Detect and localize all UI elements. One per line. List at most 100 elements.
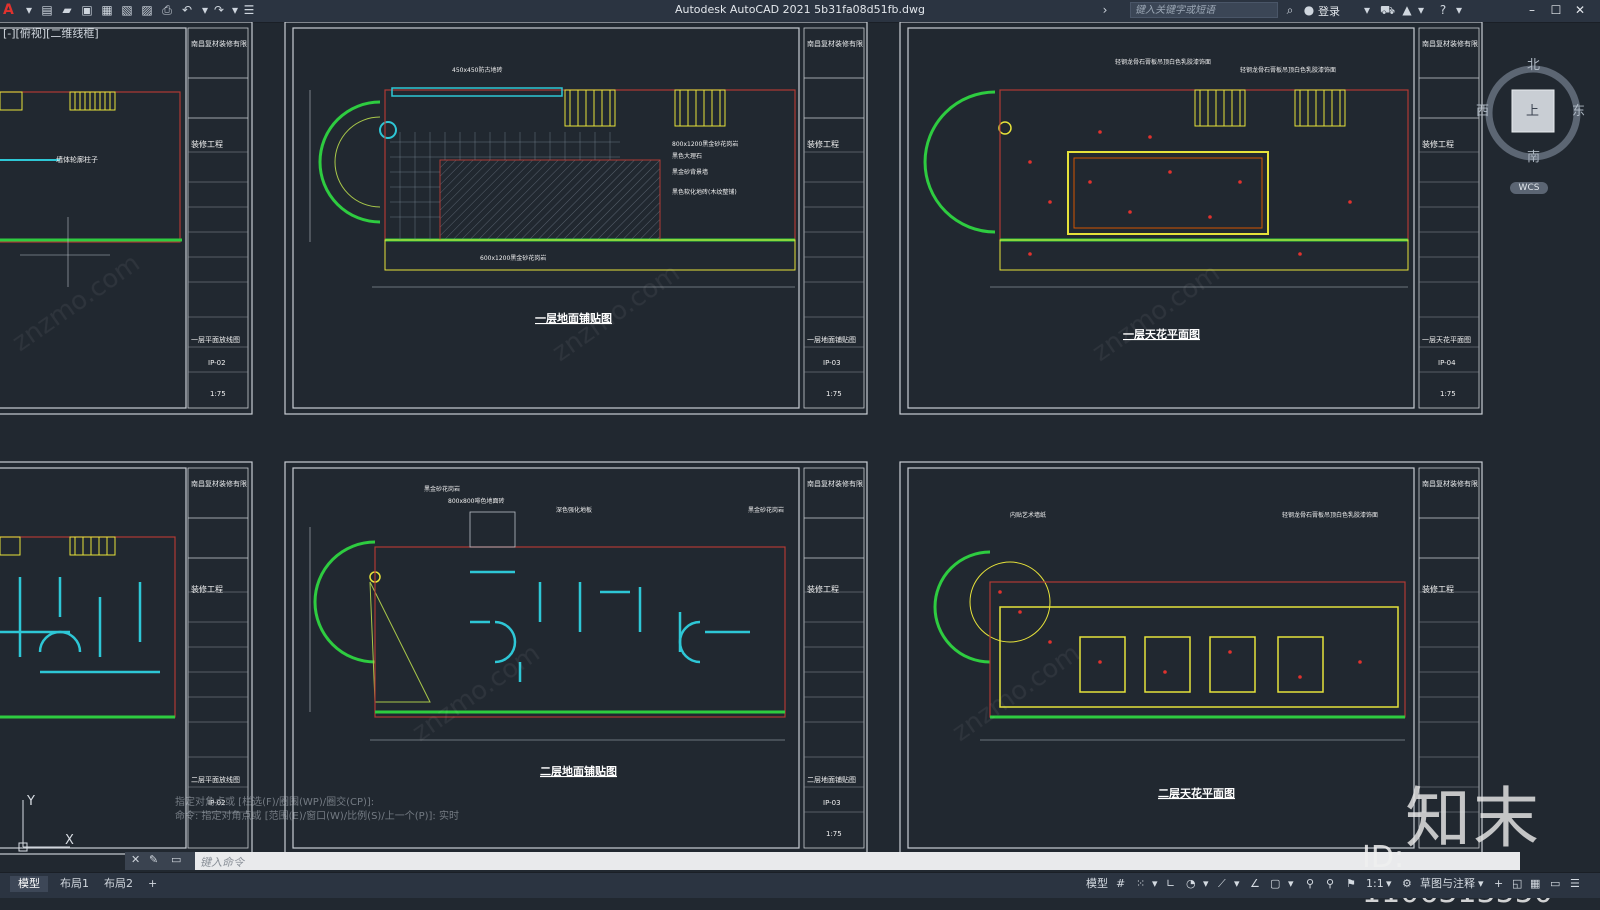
- grid-icon[interactable]: #: [1116, 876, 1125, 892]
- print-icon[interactable]: ⎙: [160, 3, 174, 17]
- snap-icon[interactable]: ⁙: [1136, 876, 1145, 892]
- customize-icon[interactable]: ☰: [1570, 876, 1580, 892]
- save-icon[interactable]: ▣: [80, 3, 94, 17]
- annotation: 轻钢龙骨石膏板吊顶白色乳胶漆饰面: [1240, 66, 1336, 74]
- company-text: 南昌复材装修有限: [807, 39, 863, 48]
- command-history: 指定对角点或 [栏选(F)/圈围(WP)/圈交(CP)]: 命令: 指定对角点或…: [175, 796, 459, 824]
- close-button[interactable]: ✕: [1570, 1, 1590, 19]
- annotation: 800x1200黑金砂花岗岩: [672, 140, 738, 148]
- login-link[interactable]: 登录: [1318, 3, 1340, 19]
- model-space-button[interactable]: 模型: [1086, 876, 1108, 892]
- chevron-down-icon[interactable]: ▾: [1386, 876, 1392, 892]
- status-bar: [0, 872, 1600, 898]
- workspace-switch[interactable]: 草图与注释: [1420, 876, 1475, 892]
- scale-text: 1:75: [210, 390, 226, 398]
- company-text: 南昌复材装修有限: [191, 39, 247, 48]
- user-icon[interactable]: ●: [1302, 3, 1316, 17]
- top-face-label[interactable]: 上: [1526, 100, 1539, 119]
- tab-layout1[interactable]: 布局1: [52, 876, 97, 892]
- import-icon[interactable]: ▧: [120, 3, 134, 17]
- project-text: 装修工程: [191, 584, 223, 594]
- plus-icon[interactable]: +: [1494, 876, 1503, 892]
- annotation-visibility-icon[interactable]: ⚲: [1306, 876, 1314, 892]
- plan-sheet-1: 墙体轮廓柱子: [0, 91, 182, 287]
- cart-icon[interactable]: ⛟: [1380, 3, 1395, 17]
- new-file-icon[interactable]: ▤: [40, 3, 54, 17]
- company-text: 南昌复材装修有限: [1422, 479, 1478, 488]
- polar-icon[interactable]: ◔: [1186, 876, 1196, 892]
- sheet-label: 二层地面铺贴图: [807, 775, 856, 784]
- search-icon[interactable]: ⌕: [1283, 3, 1297, 17]
- annotation-scale-value[interactable]: 1:1: [1366, 876, 1384, 892]
- annotation: 深色强化地板: [556, 506, 592, 514]
- object-snap-tracking-icon[interactable]: ∠: [1250, 876, 1260, 892]
- west-label[interactable]: 西: [1476, 100, 1489, 119]
- chevron-down-icon[interactable]: ▾: [1203, 876, 1209, 892]
- auto-scale-icon[interactable]: ⚲: [1326, 876, 1334, 892]
- autodesk-a360-icon[interactable]: ▲: [1400, 3, 1414, 17]
- chevron-down-icon[interactable]: ▾: [1452, 3, 1466, 17]
- svg-text:Y: Y: [26, 795, 35, 809]
- ortho-icon[interactable]: ∟: [1166, 876, 1175, 892]
- tab-model[interactable]: 模型: [10, 876, 48, 892]
- isodraft-icon[interactable]: ⟋: [1218, 876, 1226, 892]
- south-label[interactable]: 南: [1527, 146, 1540, 165]
- north-label[interactable]: 北: [1527, 54, 1540, 73]
- annotation: 黑金砂背景墙: [672, 168, 708, 176]
- sheet-label: 二层平面放线图: [191, 775, 240, 784]
- add-layout-button[interactable]: +: [140, 876, 165, 892]
- undo-icon[interactable]: ↶: [180, 3, 194, 17]
- tab-layout2[interactable]: 布局2: [96, 876, 141, 892]
- annotation: 黑金砂花岗岩: [424, 485, 460, 493]
- chevron-down-icon[interactable]: ▾: [1234, 876, 1240, 892]
- chevron-down-icon[interactable]: ▾: [1360, 3, 1374, 17]
- help-icon[interactable]: ?: [1436, 3, 1450, 17]
- drawing-title: 二层地面铺贴图: [540, 764, 617, 778]
- save-as-icon[interactable]: ▦: [100, 3, 114, 17]
- chevron-down-icon[interactable]: ▾: [1288, 876, 1294, 892]
- scale-text: 1:75: [1440, 390, 1456, 398]
- viewport-label[interactable]: [-][俯视][二维线框]: [3, 25, 99, 41]
- plan-sheet-4: [0, 536, 176, 719]
- annotation: 轻钢龙骨石膏板吊顶白色乳胶漆饰面: [1115, 58, 1211, 66]
- autocad-logo-icon[interactable]: A: [3, 2, 19, 18]
- redo-icon[interactable]: ↷: [212, 3, 226, 17]
- export-icon[interactable]: ▨: [140, 3, 154, 17]
- annotation: 600x1200黑金砂花岗岩: [480, 254, 546, 262]
- wcs-menu[interactable]: WCS: [1510, 182, 1548, 194]
- annotation-scale-icon[interactable]: ⚑: [1346, 876, 1356, 892]
- redo-dropdown-icon[interactable]: ▾: [228, 3, 242, 17]
- chevron-down-icon[interactable]: ▾: [1152, 876, 1158, 892]
- drawing-canvas[interactable]: 南昌复材装修有限 南昌复材装修有限 南昌复材装修有限 南昌复材装修有限 南昌复材…: [0, 22, 1600, 872]
- annotation: 黑金砂花岗岩: [748, 506, 784, 514]
- sheet-label: 一层天花平面图: [1422, 335, 1471, 344]
- open-folder-icon[interactable]: ▰: [60, 3, 74, 17]
- maximize-button[interactable]: ☐: [1546, 1, 1566, 19]
- command-tools: ✕ ✎ ▭: [125, 852, 195, 870]
- minimize-button[interactable]: –: [1522, 1, 1542, 19]
- chevron-right-icon[interactable]: ›: [1098, 3, 1112, 17]
- command-input[interactable]: 键入命令: [200, 854, 244, 870]
- close-icon[interactable]: ✕: [131, 853, 140, 866]
- annotation: 墙体轮廓柱子: [56, 155, 98, 164]
- object-snap-icon[interactable]: ▢: [1270, 876, 1280, 892]
- scale-text: 1:75: [826, 390, 842, 398]
- undo-dropdown-icon[interactable]: ▾: [198, 3, 212, 17]
- clean-screen-icon[interactable]: ▭: [1550, 876, 1560, 892]
- chevron-down-icon[interactable]: ▾: [22, 3, 36, 17]
- east-label[interactable]: 东: [1572, 100, 1585, 119]
- annotation: 黑色软化地砖(木纹整铺): [672, 188, 737, 196]
- search-input[interactable]: 键入关键字或短语: [1130, 2, 1278, 18]
- viewcube[interactable]: 北 南 东 西 上: [1476, 58, 1586, 166]
- wrench-icon[interactable]: ✎: [149, 853, 158, 866]
- command-prompt-icon[interactable]: ▭: [171, 853, 181, 866]
- chevron-down-icon[interactable]: ▾: [1414, 3, 1428, 17]
- isolate-objects-icon[interactable]: ◱: [1512, 876, 1522, 892]
- hardware-acceleration-icon[interactable]: ▦: [1530, 876, 1540, 892]
- gear-icon[interactable]: ⚙: [1402, 876, 1412, 892]
- customize-toolbar-icon[interactable]: ☰: [242, 3, 256, 17]
- chevron-down-icon[interactable]: ▾: [1478, 876, 1484, 892]
- command-line[interactable]: [125, 852, 1520, 870]
- project-text: 装修工程: [1422, 584, 1454, 594]
- drawing-title: 二层天花平面图: [1158, 786, 1235, 800]
